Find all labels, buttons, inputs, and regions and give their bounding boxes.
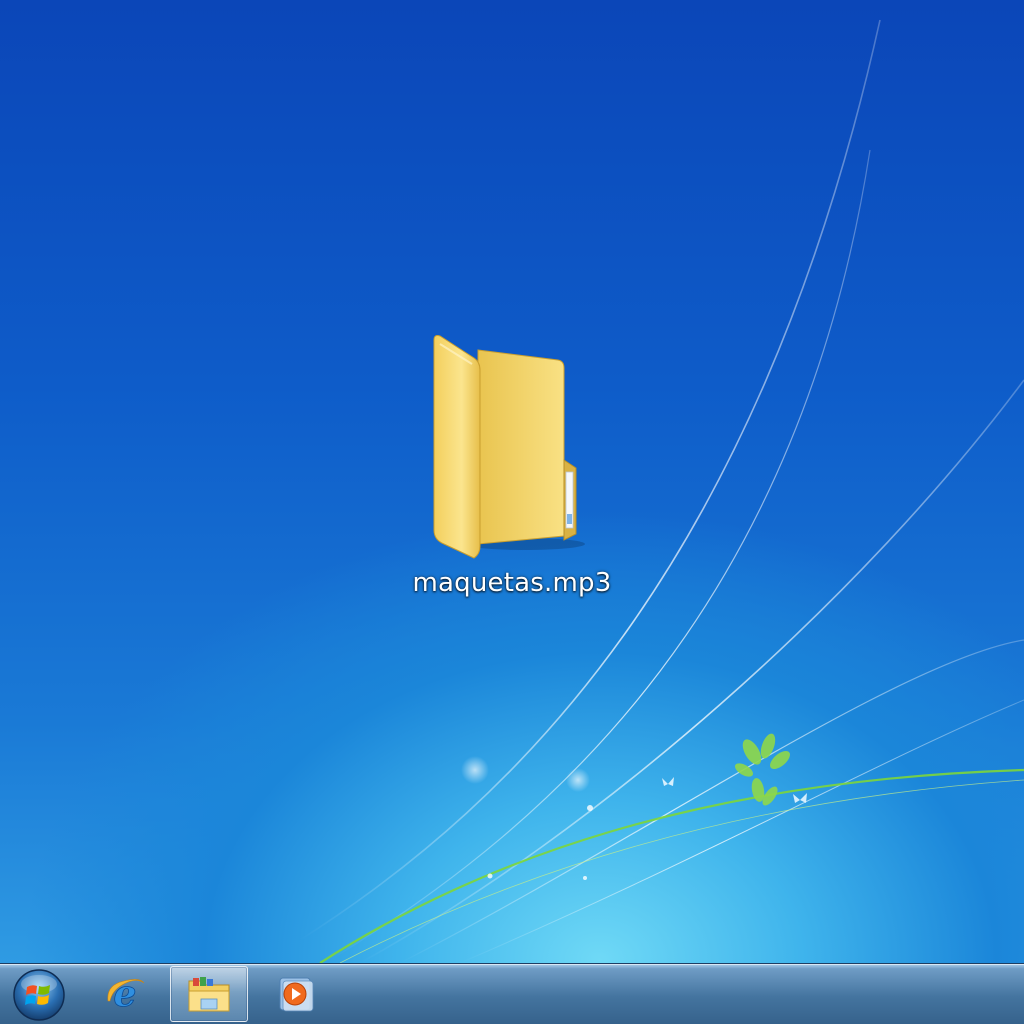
desktop-icon-label: maquetas.mp3 <box>412 568 612 598</box>
media-player-icon <box>279 977 314 1012</box>
internet-explorer-icon: e <box>107 973 145 1015</box>
desktop[interactable]: maquetas.mp3 <box>0 0 1024 963</box>
folder-icon <box>433 335 585 559</box>
taskbar: e <box>0 963 1024 1024</box>
windows-logo-icon <box>13 969 65 1021</box>
taskbar-media-player[interactable] <box>256 966 334 1022</box>
taskbar-internet-explorer[interactable]: e <box>86 966 164 1022</box>
desktop-icon-maquetas[interactable]: maquetas.mp3 <box>396 322 628 612</box>
folder-library-icon <box>188 977 230 1012</box>
start-button[interactable] <box>12 968 66 1022</box>
taskbar-windows-explorer[interactable] <box>170 966 248 1022</box>
